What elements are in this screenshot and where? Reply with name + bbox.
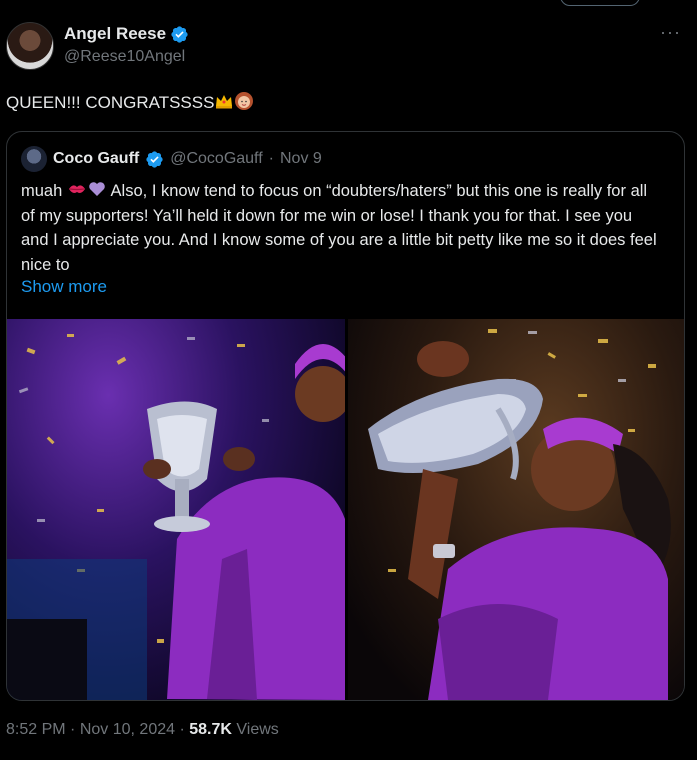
tweet-date[interactable]: Nov 10, 2024: [80, 721, 175, 738]
tweet-timestamp: 8:52 PM · Nov 10, 2024 · 58.7K Views: [6, 721, 279, 739]
top-pill-button[interactable]: [560, 0, 640, 6]
woman-emoji: [234, 91, 254, 111]
quoted-lead: muah: [21, 182, 63, 200]
show-more-link[interactable]: Show more: [21, 277, 107, 297]
views-count: 58.7K: [189, 721, 232, 738]
purple-heart-emoji: [87, 179, 107, 199]
views-label: Views: [236, 721, 279, 738]
author-avatar[interactable]: [6, 22, 54, 70]
photo-trophy-kiss[interactable]: [348, 319, 684, 700]
tweet-author: Angel Reese @Reese10Angel: [6, 22, 189, 70]
separator-dot: ·: [179, 721, 185, 738]
separator-dot: ·: [70, 721, 76, 738]
verified-badge-icon: [145, 150, 164, 169]
kiss-mark-emoji: [67, 179, 87, 199]
photo-trophy-hold[interactable]: [7, 319, 345, 700]
quoted-body: Also, I know tend to focus on “doubters/…: [21, 182, 657, 274]
tweet-body: QUEEN!!! CONGRATSSSS: [6, 93, 215, 112]
quoted-author-avatar[interactable]: [21, 146, 47, 172]
quoted-author-name[interactable]: Coco Gauff: [53, 150, 139, 168]
author-display-name[interactable]: Angel Reese: [64, 24, 166, 44]
verified-badge-icon[interactable]: [170, 25, 189, 44]
quoted-tweet-header: Coco Gauff @CocoGauff · Nov 9: [21, 146, 322, 172]
quoted-tweet-text: muah Also, I know tend to focus on “doub…: [21, 179, 661, 277]
quoted-author-handle[interactable]: @CocoGauff: [170, 150, 262, 168]
separator-dot: ·: [268, 150, 274, 167]
quoted-tweet[interactable]: Coco Gauff @CocoGauff · Nov 9 muah Also,…: [6, 131, 685, 701]
crown-emoji: [214, 91, 234, 111]
author-handle[interactable]: @Reese10Angel: [64, 48, 189, 66]
tweet-text: QUEEN!!! CONGRATSSSS: [6, 91, 254, 113]
more-icon[interactable]: ···: [660, 22, 681, 43]
tweet-time[interactable]: 8:52 PM: [6, 721, 66, 738]
quoted-tweet-date[interactable]: Nov 9: [280, 150, 322, 168]
